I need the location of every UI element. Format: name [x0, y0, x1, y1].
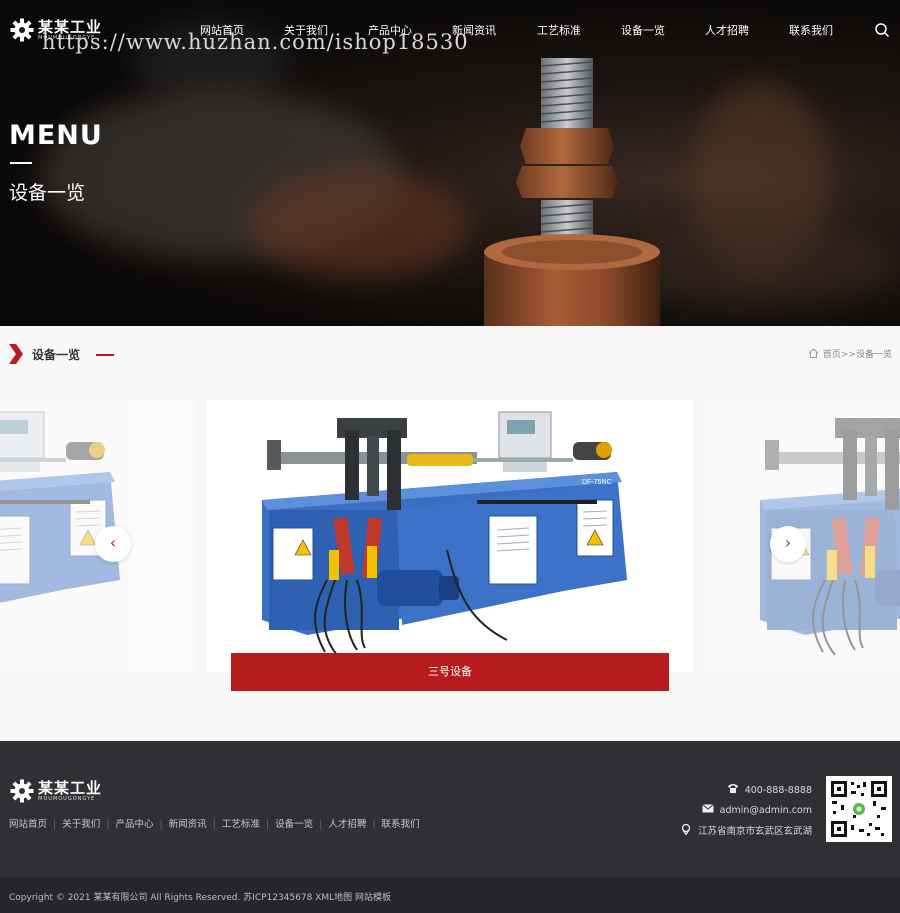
- section-title: 设备一览: [32, 348, 81, 362]
- carousel-slide-active[interactable]: DF-75NC: [207, 400, 693, 672]
- copyright-bar: Copyright © 2021 某某有限公司 All Rights Reser…: [0, 878, 900, 913]
- footer-logo-sub: MOUMOUGONGYE: [38, 796, 96, 802]
- breadcrumb-text: 首页>>设备一览: [822, 350, 892, 360]
- slide-caption[interactable]: 三号设备: [231, 653, 669, 691]
- footer-phone-text: 400-888-8888: [744, 785, 812, 796]
- footer-nav-about[interactable]: 关于我们: [62, 819, 100, 830]
- carousel-prev-button[interactable]: ‹: [95, 526, 131, 562]
- watermark-text: https://www.huzhan.com/ishop18530: [42, 30, 469, 54]
- footer-email: admin@admin.com: [701, 803, 812, 816]
- nav-item-process[interactable]: 工艺标准: [537, 22, 581, 38]
- home-icon: [808, 348, 819, 358]
- copyright-text: Copyright © 2021 某某有限公司 All Rights Reser…: [9, 893, 392, 903]
- gear-icon: [10, 779, 34, 803]
- section-title-dash: [96, 354, 114, 356]
- bolt-photo: [484, 58, 660, 326]
- breadcrumb[interactable]: 首页>>设备一览: [808, 347, 892, 360]
- footer-address: 江苏省南京市玄武区玄武湖: [680, 823, 812, 837]
- carousel-next-button[interactable]: ›: [770, 526, 806, 562]
- phone-icon: [727, 784, 738, 793]
- footer-nav-news[interactable]: 新闻资讯: [169, 819, 207, 830]
- footer-logo[interactable]: 某某工业 MOUMOUGONGYE: [10, 779, 110, 805]
- footer-nav-process[interactable]: 工艺标准: [222, 819, 260, 830]
- nav-item-contact[interactable]: 联系我们: [789, 22, 833, 38]
- footer-nav-home[interactable]: 网站首页: [9, 819, 47, 830]
- footer-email-text[interactable]: admin@admin.com: [720, 805, 812, 816]
- qr-code: [826, 776, 892, 842]
- footer-phone: 400-888-8888: [727, 783, 812, 796]
- hero-banner: 某某工业 MOUMOUGONGYE 网站首页 关于我们 产品中心 新闻资讯 工艺…: [0, 0, 900, 326]
- machine-image: DF-75NC: [261, 411, 628, 656]
- machine-label: DF-75NC: [582, 479, 612, 486]
- mail-icon: [701, 804, 714, 813]
- search-icon[interactable]: [874, 22, 890, 38]
- footer-logo-name: 某某工业: [38, 779, 103, 797]
- hero-menu-subtitle: 设备一览: [9, 182, 86, 204]
- location-icon: [681, 824, 691, 835]
- footer-nav-products[interactable]: 产品中心: [115, 819, 153, 830]
- footer-address-text: 江苏省南京市玄武区玄武湖: [697, 826, 812, 837]
- nav-item-jobs[interactable]: 人才招聘: [705, 22, 749, 38]
- footer-nav-equipment[interactable]: 设备一览: [275, 819, 313, 830]
- footer-nav-jobs[interactable]: 人才招聘: [328, 819, 366, 830]
- footer: 某某工业 MOUMOUGONGYE 网站首页 | 关于我们 | 产品中心 | 新闻资讯 | 工艺…: [0, 741, 900, 878]
- nav-item-equipment[interactable]: 设备一览: [621, 22, 665, 38]
- hero-menu-title: MENU: [9, 120, 103, 151]
- gear-icon: [10, 18, 34, 42]
- machine-image: [0, 411, 121, 656]
- footer-nav-contact[interactable]: 联系我们: [382, 819, 420, 830]
- footer-nav: 网站首页 | 关于我们 | 产品中心 | 新闻资讯 | 工艺标准 | 设备一览 | 人才招聘 | 联系我们: [9, 819, 420, 830]
- section-arrow-icon: [9, 344, 23, 364]
- chevron-right-icon: ›: [784, 533, 792, 552]
- chevron-left-icon: ‹: [109, 533, 117, 552]
- equipment-section: 设备一览 首页>>设备一览 DF-75NC 三号设备 ‹ ›: [0, 326, 900, 741]
- hero-divider: [10, 162, 32, 164]
